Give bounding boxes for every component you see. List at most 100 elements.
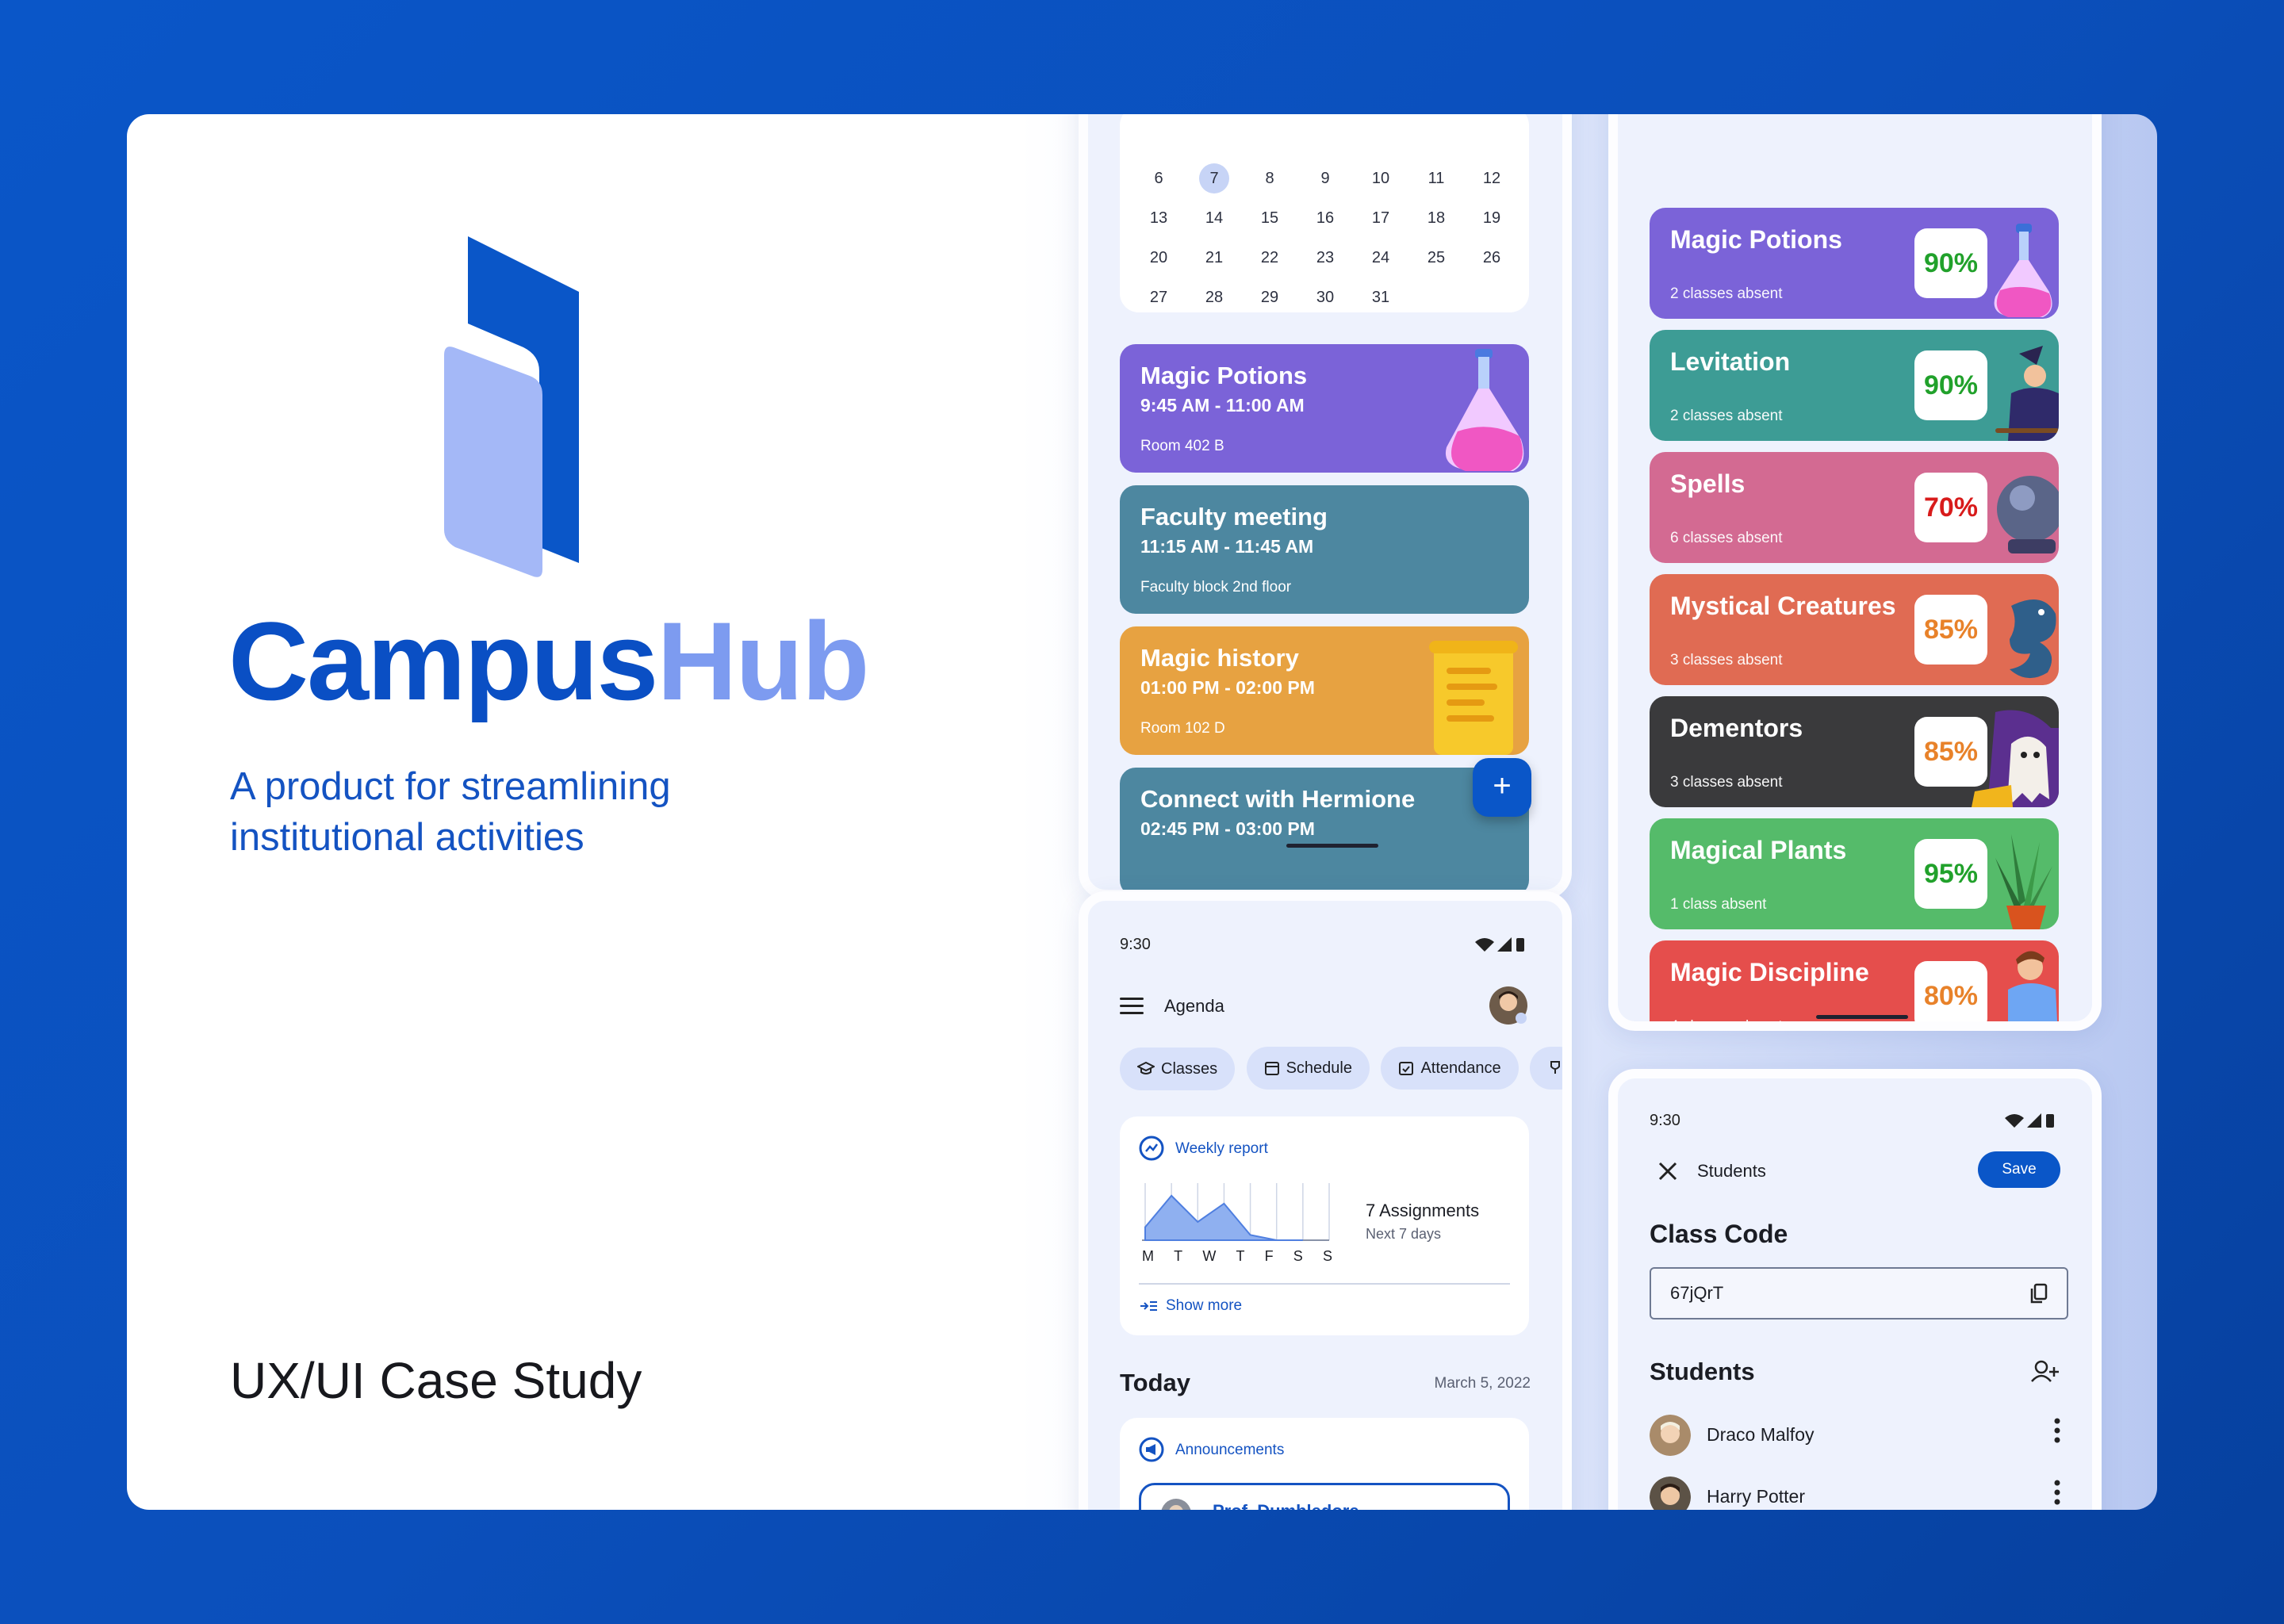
- attendance-card-dementors[interactable]: Dementors 3 classes absent 85%: [1650, 696, 2059, 807]
- chart-icon: [1139, 1136, 1164, 1161]
- calendar-day[interactable]: 25: [1408, 249, 1464, 267]
- calendar-day[interactable]: 28: [1186, 289, 1242, 307]
- absent-count: 2 classes absent: [1670, 285, 1783, 302]
- signal-icon: [2027, 1113, 2041, 1128]
- show-more-link[interactable]: Show more: [1139, 1297, 1242, 1315]
- student-row[interactable]: Harry Potter: [1650, 1472, 2068, 1510]
- calendar-day[interactable]: 26: [1464, 249, 1519, 267]
- calendar-day[interactable]: 29: [1242, 289, 1297, 307]
- event-card-magic-history[interactable]: Magic history 01:00 PM - 02:00 PM Room 1…: [1120, 626, 1529, 755]
- student-row[interactable]: Draco Malfoy: [1650, 1410, 2068, 1457]
- attendance-card-mystical-creatures[interactable]: Mystical Creatures 3 classes absent 85%: [1650, 574, 2059, 685]
- subject-name: Spells: [1670, 469, 1746, 498]
- subject-name: Mystical Creatures: [1670, 592, 1896, 620]
- save-button[interactable]: Save: [1978, 1151, 2060, 1188]
- subject-name: Magical Plants: [1670, 836, 1847, 864]
- calendar-day[interactable]: 15: [1242, 209, 1297, 228]
- calendar-day[interactable]: 11: [1408, 170, 1464, 188]
- calendar-day[interactable]: 22: [1242, 249, 1297, 267]
- event-room: Faculty block 2nd floor: [1140, 579, 1292, 596]
- chip-classes[interactable]: Classes: [1120, 1048, 1236, 1090]
- phone-agenda-screen: 9:30 Agenda Classes Schedule Attendance …: [1079, 891, 1572, 1510]
- more-vert-icon[interactable]: [2054, 1480, 2060, 1505]
- calendar-day[interactable]: 8: [1242, 170, 1297, 188]
- more-vert-icon[interactable]: [2054, 1418, 2060, 1443]
- event-room: Room 402 B: [1140, 438, 1224, 454]
- attendance-card-magical-plants[interactable]: Magical Plants 1 class absent 95%: [1650, 818, 2059, 929]
- absent-count: 3 classes absent: [1670, 652, 1783, 668]
- schedule-icon: [1264, 1062, 1279, 1075]
- tagline: A product for streamlining institutional…: [230, 761, 738, 863]
- home-indicator: [1816, 1015, 1908, 1019]
- calendar: 6 7 8 9 10 11 12 13 14 15 16 17 18 19 20…: [1120, 114, 1529, 312]
- screen-title: Students: [1697, 1161, 1766, 1181]
- chip-label: Schedule: [1286, 1059, 1352, 1077]
- event-room: Room 102 D: [1140, 720, 1225, 737]
- calendar-day[interactable]: 17: [1353, 209, 1408, 228]
- calendar-day[interactable]: 9: [1297, 170, 1353, 188]
- calendar-day[interactable]: 10: [1353, 170, 1408, 188]
- announcer-name: Prof. Dumbledore: [1213, 1501, 1359, 1510]
- event-title: Faculty meeting: [1140, 503, 1328, 530]
- campushub-logo: [444, 236, 579, 577]
- assignments-count: 7 Assignments: [1366, 1201, 1480, 1220]
- weekday-label: S: [1322, 1248, 1332, 1264]
- scroll-icon: [1429, 641, 1518, 755]
- announcement-item[interactable]: Prof. Dumbledore: [1139, 1483, 1510, 1510]
- calendar-day[interactable]: 27: [1131, 289, 1186, 307]
- attendance-card-levitation[interactable]: Levitation 2 classes absent 90%: [1650, 330, 2059, 441]
- expand-list-icon: [1140, 1301, 1157, 1311]
- calendar-day[interactable]: 31: [1353, 289, 1408, 307]
- add-event-button[interactable]: +: [1473, 758, 1531, 817]
- attendance-percent: 85%: [1914, 717, 1987, 787]
- divider: [1139, 1283, 1510, 1285]
- calendar-day[interactable]: 20: [1131, 249, 1186, 267]
- calendar-day[interactable]: 30: [1297, 289, 1353, 307]
- event-time: 02:45 PM - 03:00 PM: [1140, 818, 1315, 839]
- chip-achievements[interactable]: [1530, 1047, 1562, 1090]
- event-card-magic-potions[interactable]: Magic Potions 9:45 AM - 11:00 AM Room 40…: [1120, 344, 1529, 473]
- copy-icon[interactable]: [2030, 1283, 2048, 1304]
- calendar-day[interactable]: 18: [1408, 209, 1464, 228]
- show-more-label: Show more: [1166, 1297, 1243, 1314]
- add-person-icon[interactable]: [2030, 1359, 2060, 1383]
- absent-count: 3 classes absent: [1670, 774, 1783, 791]
- menu-icon[interactable]: [1120, 996, 1145, 1015]
- calendar-week: 20 21 22 23 24 25 26: [1131, 238, 1519, 278]
- avatar: [1161, 1499, 1191, 1510]
- calendar-day[interactable]: 13: [1131, 209, 1186, 228]
- chip-label: Attendance: [1420, 1059, 1501, 1077]
- chip-attendance[interactable]: Attendance: [1381, 1047, 1519, 1090]
- calendar-week: 27 28 29 30 31: [1131, 278, 1519, 317]
- class-code-heading: Class Code: [1650, 1220, 1788, 1248]
- chip-label: Classes: [1161, 1059, 1218, 1078]
- avatar: [1650, 1415, 1691, 1456]
- chip-schedule[interactable]: Schedule: [1246, 1047, 1370, 1090]
- event-card-faculty-meeting[interactable]: Faculty meeting 11:15 AM - 11:45 AM Facu…: [1120, 485, 1529, 614]
- attendance-percent: 85%: [1914, 595, 1987, 665]
- calendar-day[interactable]: 23: [1297, 249, 1353, 267]
- weekday-label: T: [1174, 1248, 1183, 1264]
- announcements-card: Announcements Prof. Dumbledore: [1120, 1418, 1529, 1510]
- calendar-day-selected[interactable]: 7: [1186, 163, 1242, 193]
- calendar-day[interactable]: 6: [1131, 170, 1186, 188]
- event-title: Connect with Hermione: [1140, 785, 1416, 813]
- calendar-day[interactable]: 19: [1464, 209, 1519, 228]
- subject-name: Dementors: [1670, 714, 1803, 742]
- attendance-card-spells[interactable]: Spells 6 classes absent 70%: [1650, 452, 2059, 563]
- attendance-percent: 70%: [1914, 473, 1987, 542]
- avatar[interactable]: [1488, 985, 1529, 1026]
- close-icon[interactable]: [1657, 1161, 1678, 1182]
- calendar-day[interactable]: 21: [1186, 249, 1242, 267]
- calendar-day[interactable]: 24: [1353, 249, 1408, 267]
- event-card-connect-hermione[interactable]: Connect with Hermione 02:45 PM - 03:00 P…: [1120, 768, 1529, 890]
- calendar-day[interactable]: 12: [1464, 170, 1519, 188]
- attendance-card-magic-potions[interactable]: Magic Potions 2 classes absent 90%: [1650, 208, 2059, 319]
- calendar-check-icon: [1399, 1062, 1414, 1075]
- calendar-day[interactable]: 14: [1186, 209, 1242, 228]
- class-code-field[interactable]: 67jQrT: [1650, 1267, 2068, 1320]
- attendance-percent: 80%: [1914, 961, 1987, 1021]
- event-time: 11:15 AM - 11:45 AM: [1140, 536, 1314, 557]
- calendar-day[interactable]: 16: [1297, 209, 1353, 228]
- potion-icon: [1445, 349, 1524, 471]
